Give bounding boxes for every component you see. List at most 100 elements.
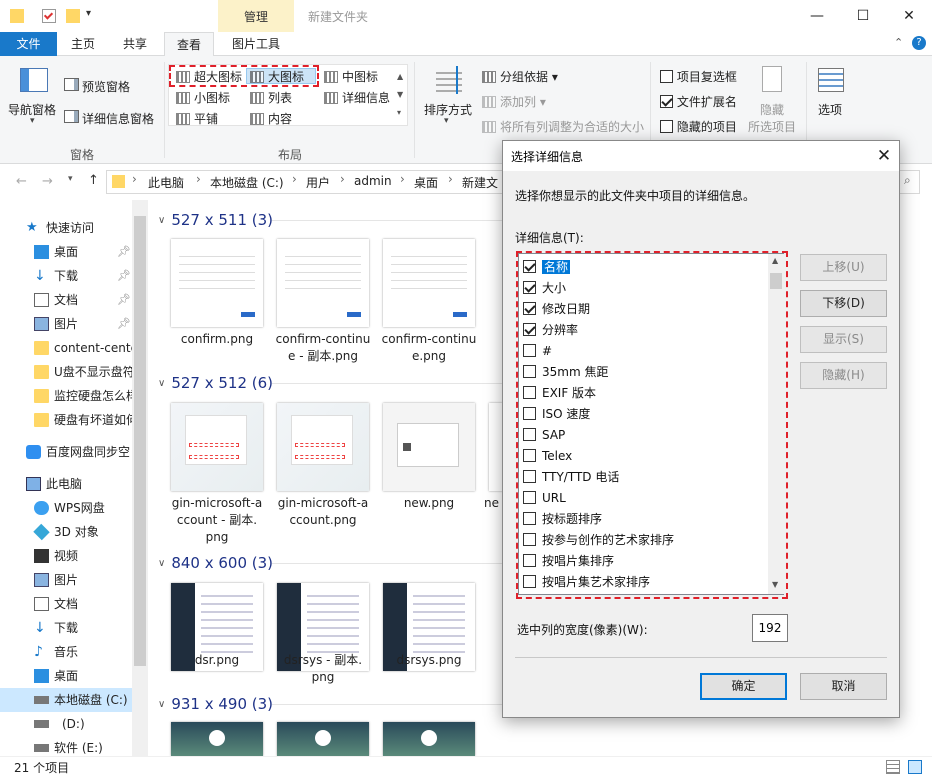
dialog-close-icon[interactable]: ✕ [869,144,899,168]
hidden-items-checkbox[interactable] [660,120,673,133]
layout-content[interactable]: 内容 [250,110,292,127]
layout-scroll-icon[interactable]: ▲ ▼ ▾ [397,68,403,122]
breadcrumb-new-folder[interactable]: 新建文 [462,174,498,191]
file-extensions-toggle[interactable]: 文件扩展名 [660,93,737,110]
group-header[interactable]: ∨ 840 x 600 (3) [158,554,273,572]
minimize-button[interactable]: — [794,0,840,32]
layout-small-icons[interactable]: 小图标 [176,89,230,106]
large-icons-view-icon[interactable] [908,760,922,774]
nav-quick-access[interactable]: ★ 快速访问 [0,216,150,240]
group-header[interactable]: ∨ 527 x 512 (6) [158,374,273,392]
layout-list[interactable]: 列表 [250,89,292,106]
nav-item-pictures[interactable]: 图片 [0,568,150,592]
file-thumbnail[interactable] [277,239,369,327]
file-name[interactable]: confirm-continu e.png [376,331,482,365]
file-thumbnail[interactable] [277,722,369,756]
file-name[interactable]: dsr.png [164,652,270,669]
tab-view[interactable]: 查看 [164,32,214,57]
nav-scrollbar-thumb[interactable] [134,216,146,666]
item-checkboxes-checkbox[interactable] [660,70,673,83]
file-name[interactable]: dsrsys - 副本. png [270,652,376,686]
pin-icon[interactable]: 📌︎ [117,264,131,288]
nav-this-pc[interactable]: 此电脑 [0,472,150,496]
nav-item-documents[interactable]: 文档 [0,592,150,616]
nav-item-music[interactable]: ♪ 音乐 [0,640,150,664]
options-button[interactable]: 选项 [818,101,842,118]
breadcrumb-users[interactable]: 用户 [306,174,330,191]
nav-baidu-netdisk[interactable]: 百度网盘同步空 [0,440,150,464]
tab-share[interactable]: 共享 [112,32,158,56]
layout-medium-icons[interactable]: 中图标 [324,68,378,85]
layout-tiles[interactable]: 平铺 [176,110,218,127]
file-name[interactable]: gin-microsoft-a ccount.png [270,495,376,529]
show-button[interactable]: 显示(S) [800,326,887,353]
pin-icon[interactable]: 📌︎ [117,312,131,336]
tab-picture-tools[interactable]: 图片工具 [218,32,294,56]
file-thumbnail[interactable] [383,722,475,756]
layout-details[interactable]: 详细信息 [324,89,390,106]
nav-item-desktop[interactable]: 桌面 [0,664,150,688]
move-up-button[interactable]: 上移(U) [800,254,887,281]
nav-item-downloads[interactable]: ↓ 下载 📌︎ [0,264,150,288]
nav-item-pictures[interactable]: 图片 📌︎ [0,312,150,336]
manage-context-tab[interactable]: 管理 [218,0,294,32]
file-name[interactable]: new.png [376,495,482,512]
forward-arrow-icon[interactable]: → [42,174,53,189]
nav-item-folder[interactable]: 硬盘有坏道如何 [0,408,150,432]
nav-item-local-disk-c[interactable]: 本地磁盘 (C:) [0,688,132,712]
nav-item-downloads[interactable]: ↓ 下载 [0,616,150,640]
move-down-button[interactable]: 下移(D) [800,290,887,317]
file-name[interactable]: confirm.png [164,331,270,348]
hide-button[interactable]: 隐藏(H) [800,362,887,389]
breadcrumb-admin[interactable]: admin [354,174,392,188]
back-arrow-icon[interactable]: ← [16,174,27,189]
qat-dropdown-icon[interactable]: ▾ [86,8,91,19]
new-folder-icon[interactable] [66,9,80,23]
pin-icon[interactable]: 📌︎ [117,240,131,264]
file-thumbnail[interactable] [489,403,503,491]
add-columns-button[interactable]: 添加列 ▾ [482,93,546,110]
hide-selected-button[interactable]: 隐藏 [760,101,784,118]
file-thumbnail[interactable] [171,403,263,491]
layout-large-icons[interactable]: 大图标 [250,68,304,85]
nav-pane-dropdown-icon[interactable]: ▾ [30,116,35,126]
maximize-button[interactable]: ☐ [840,0,886,32]
file-thumbnail[interactable] [277,403,369,491]
up-arrow-icon[interactable]: ↑ [88,173,99,188]
cancel-button[interactable]: 取消 [800,673,887,700]
sort-by-dropdown-icon[interactable]: ▾ [444,116,449,126]
group-header[interactable]: ∨ 931 x 490 (3) [158,695,273,713]
file-name[interactable]: gin-microsoft-a ccount - 副本. png [164,495,270,546]
nav-item-folder[interactable]: content-cente [0,336,150,360]
details-pane-button[interactable]: 详细信息窗格 [82,110,154,127]
properties-icon[interactable] [42,9,56,23]
file-thumbnail[interactable] [383,239,475,327]
close-button[interactable]: ✕ [886,0,932,32]
file-name[interactable]: ne [484,495,504,512]
nav-item-folder[interactable]: 监控硬盘怎么样 [0,384,150,408]
breadcrumb-local-disk[interactable]: 本地磁盘 (C:) [210,174,284,191]
layout-extra-large-icons[interactable]: 超大图标 [176,68,242,85]
size-all-columns-button[interactable]: 将所有列调整为合适的大小 [482,118,644,135]
column-width-input[interactable]: 192 [752,614,788,642]
pin-icon[interactable]: 📌︎ [117,288,131,312]
hidden-items-toggle[interactable]: 隐藏的项目 [660,118,737,135]
ok-button[interactable]: 确定 [700,673,787,700]
recent-locations-icon[interactable]: ▾ [68,174,73,184]
file-thumbnail[interactable] [171,239,263,327]
nav-item-wps[interactable]: WPS网盘 [0,496,150,520]
file-name[interactable]: dsrsys.png [376,652,482,669]
tab-home[interactable]: 主页 [60,32,106,56]
help-icon[interactable]: ? [912,36,926,50]
details-view-icon[interactable] [886,760,900,774]
group-by-button[interactable]: 分组依据 ▾ [482,68,558,85]
preview-pane-button[interactable]: 预览窗格 [82,78,130,95]
file-thumbnail[interactable] [383,403,475,491]
breadcrumb-desktop[interactable]: 桌面 [414,174,438,191]
nav-item-3d[interactable]: 3D 对象 [0,520,150,544]
nav-item-drive-e[interactable]: 软件 (E:) [0,736,150,756]
breadcrumb-this-pc[interactable]: 此电脑 [148,174,184,191]
file-name[interactable]: confirm-continu e - 副本.png [270,331,376,365]
nav-item-videos[interactable]: 视频 [0,544,150,568]
file-thumbnail[interactable] [171,722,263,756]
